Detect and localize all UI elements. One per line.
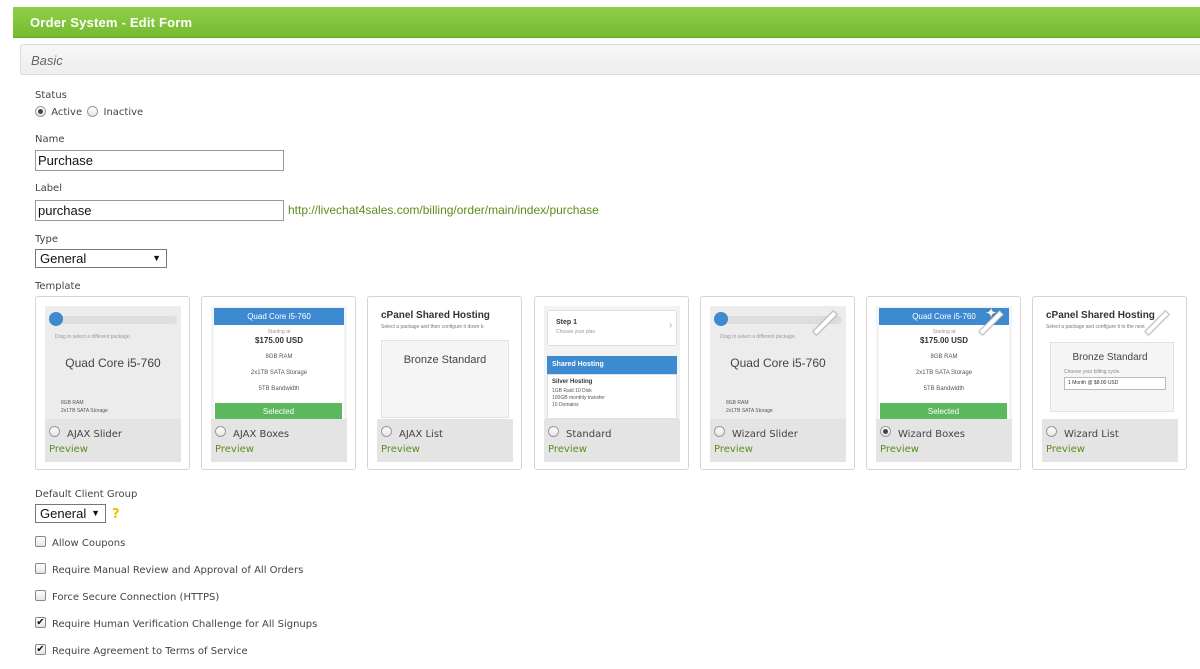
template-radio[interactable] [1046, 426, 1057, 437]
client-group-select[interactable]: General ▼ [35, 504, 106, 523]
template-preview-link[interactable]: Preview [880, 444, 919, 455]
type-select-value: General [40, 251, 87, 266]
template-thumbnail: cPanel Shared Hosting Select a package a… [377, 306, 513, 419]
template-name: Standard [566, 429, 612, 440]
template-radio[interactable] [215, 426, 226, 437]
form-titlebar: Order System - Edit Form [13, 7, 1200, 38]
template-radio[interactable] [880, 426, 891, 437]
status-active-radio[interactable] [35, 106, 46, 117]
template-preview-link[interactable]: Preview [215, 444, 254, 455]
name-input[interactable]: Purchase [35, 150, 284, 171]
status-label: Status [35, 90, 67, 101]
template-card-ajax-list[interactable]: cPanel Shared Hosting Select a package a… [367, 296, 522, 470]
template-name: AJAX Slider [67, 429, 122, 440]
terms-of-service-checkbox[interactable]: ✔ [35, 644, 46, 655]
template-preview-link[interactable]: Preview [381, 444, 420, 455]
force-https-label: Force Secure Connection (HTTPS) [52, 592, 220, 603]
human-verification-label: Require Human Verification Challenge for… [52, 619, 318, 630]
template-card-wizard-slider[interactable]: Drag to select a different package. Quad… [700, 296, 855, 470]
status-active-label: Active [51, 107, 83, 118]
template-name: Wizard List [1064, 429, 1119, 440]
chevron-down-icon: ▼ [91, 508, 100, 518]
template-card-footer: AJAX Slider Preview [45, 419, 181, 462]
template-thumbnail: Drag to select a different package. Quad… [710, 306, 846, 419]
template-preview-link[interactable]: Preview [1046, 444, 1085, 455]
question-mark-icon[interactable]: ? [112, 507, 120, 522]
type-label: Type [35, 234, 58, 245]
template-thumbnail: Quad Core i5-760 Starting at $175.00 USD… [876, 306, 1012, 419]
page-title: Order System - Edit Form [30, 15, 193, 30]
chevron-down-icon: ▼ [152, 253, 161, 263]
template-card-footer: AJAX Boxes Preview [211, 419, 347, 462]
sparkle-icon: ✦ [985, 306, 996, 320]
template-card-footer: Wizard List Preview [1042, 419, 1178, 462]
template-thumbnail: Quad Core i5-760 Starting at $175.00 USD… [211, 306, 347, 419]
allow-coupons-label: Allow Coupons [52, 538, 126, 549]
template-name: AJAX Boxes [233, 429, 290, 440]
template-name: Wizard Boxes [898, 429, 965, 440]
client-group-select-value: General [40, 506, 87, 521]
template-thumbnail: Step 1 Choose your plan › Shared Hosting… [544, 306, 680, 419]
manual-review-label: Require Manual Review and Approval of Al… [52, 565, 304, 576]
template-card-footer: AJAX List Preview [377, 419, 513, 462]
template-card-footer: Wizard Boxes Preview [876, 419, 1012, 462]
template-radio[interactable] [548, 426, 559, 437]
checkmark-icon: ✔ [36, 617, 45, 628]
allow-coupons-checkbox[interactable] [35, 536, 46, 547]
slider-handle-icon [714, 312, 728, 326]
template-name: AJAX List [399, 429, 443, 440]
order-form-url-link[interactable]: http://livechat4sales.com/billing/order/… [288, 203, 599, 217]
template-card-wizard-boxes[interactable]: Quad Core i5-760 Starting at $175.00 USD… [866, 296, 1021, 470]
template-thumbnail: cPanel Shared Hosting Select a package a… [1042, 306, 1178, 419]
template-card-footer: Wizard Slider Preview [710, 419, 846, 462]
template-preview-link[interactable]: Preview [49, 444, 88, 455]
template-card-standard[interactable]: Step 1 Choose your plan › Shared Hosting… [534, 296, 689, 470]
checkmark-icon: ✔ [36, 644, 45, 655]
status-inactive-radio[interactable] [87, 106, 99, 117]
template-preview-link[interactable]: Preview [548, 444, 587, 455]
template-preview-link[interactable]: Preview [714, 444, 753, 455]
template-label: Template [35, 281, 81, 292]
force-https-checkbox[interactable] [35, 590, 46, 601]
human-verification-checkbox[interactable]: ✔ [35, 617, 46, 628]
template-card-wizard-list[interactable]: cPanel Shared Hosting Select a package a… [1032, 296, 1187, 470]
template-radio[interactable] [714, 426, 725, 437]
section-title: Basic [31, 53, 63, 68]
label-input[interactable]: purchase [35, 200, 284, 221]
manual-review-checkbox[interactable] [35, 563, 46, 574]
chevron-right-icon: › [669, 320, 673, 331]
template-thumbnail: Drag to select a different package. Quad… [45, 306, 181, 419]
client-group-label: Default Client Group [35, 489, 138, 500]
terms-of-service-label: Require Agreement to Terms of Service [52, 646, 248, 657]
section-header-basic[interactable]: Basic [20, 44, 1200, 75]
slider-handle-icon [49, 312, 63, 326]
status-radio-group: Active Inactive [35, 106, 143, 118]
template-card-footer: Standard Preview [544, 419, 680, 462]
template-card-ajax-boxes[interactable]: Quad Core i5-760 Starting at $175.00 USD… [201, 296, 356, 470]
template-radio[interactable] [381, 426, 392, 437]
template-radio[interactable] [49, 426, 60, 437]
template-card-ajax-slider[interactable]: Drag to select a different package. Quad… [35, 296, 190, 470]
status-inactive-label: Inactive [103, 107, 144, 118]
name-label: Name [35, 134, 65, 145]
type-select[interactable]: General ▼ [35, 249, 167, 268]
template-name: Wizard Slider [732, 429, 798, 440]
label-label: Label [35, 183, 62, 194]
